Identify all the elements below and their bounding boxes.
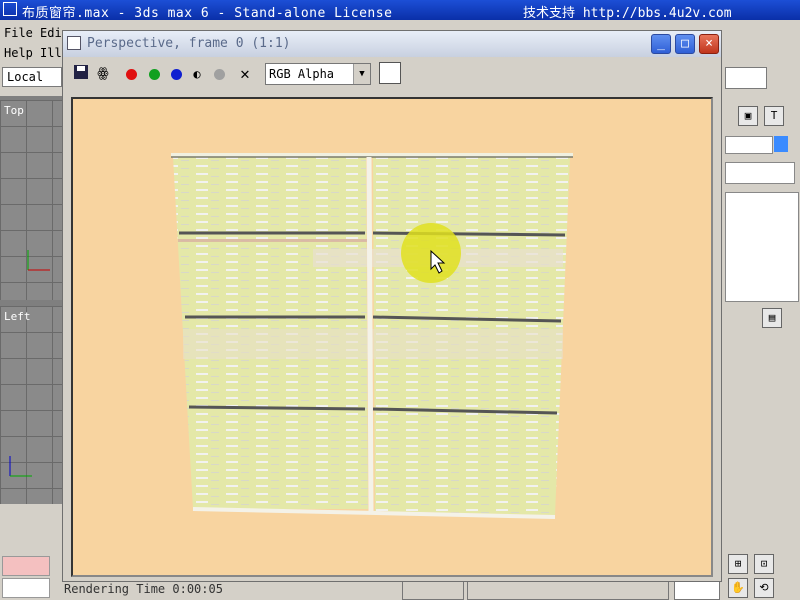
pan-icon[interactable]: ✋ xyxy=(728,578,748,598)
clear-icon[interactable]: ✕ xyxy=(235,64,255,84)
green-channel-button[interactable] xyxy=(149,69,160,80)
render-toolbar: ꙮ ◐ ✕ RGB Alpha ▼ xyxy=(63,57,721,93)
viewport-left-label: Left xyxy=(4,310,31,323)
render-icon[interactable]: ▣ xyxy=(738,106,758,126)
channel-select[interactable]: RGB Alpha ▼ xyxy=(265,63,371,85)
zoom-icon[interactable]: ⊞ xyxy=(728,554,748,574)
color-swatch[interactable] xyxy=(2,556,50,576)
window-icon xyxy=(67,36,81,50)
name-field[interactable] xyxy=(725,136,773,154)
menu-help[interactable]: Help xyxy=(4,46,33,60)
axis-tripod-icon xyxy=(27,250,50,271)
mono-icon[interactable]: ◐ xyxy=(187,64,207,84)
coord-system-select[interactable]: Local xyxy=(2,67,62,87)
menu-edit[interactable]: Edi xyxy=(40,26,62,40)
modifier-stack[interactable] xyxy=(725,192,799,302)
alpha-channel-button[interactable] xyxy=(214,69,225,80)
axis-tripod-icon xyxy=(9,456,32,477)
hammer-icon[interactable]: T xyxy=(764,106,784,126)
right-combo[interactable] xyxy=(725,67,767,89)
red-channel-button[interactable] xyxy=(126,69,137,80)
app-title: 布质窗帘.max - 3ds max 6 - Stand-alone Licen… xyxy=(22,6,393,21)
frame-spinner[interactable] xyxy=(674,580,720,600)
viewport-top[interactable]: Top xyxy=(0,100,62,300)
render-frame-window: Perspective, frame 0 (1:1) _ □ × ꙮ ◐ ✕ R… xyxy=(62,30,722,582)
render-window-title: Perspective, frame 0 (1:1) xyxy=(87,36,291,51)
center-rod xyxy=(366,156,374,512)
blue-channel-button[interactable] xyxy=(171,69,182,80)
app-titlebar: 布质窗帘.max - 3ds max 6 - Stand-alone Licen… xyxy=(0,0,800,21)
viewport-left[interactable]: Left xyxy=(0,306,62,506)
chevron-down-icon: ▼ xyxy=(353,64,370,84)
save-icon[interactable] xyxy=(71,64,91,84)
modifier-list[interactable] xyxy=(725,162,795,184)
maximize-button[interactable]: □ xyxy=(675,34,695,54)
app-icon xyxy=(3,2,17,16)
render-window-titlebar: Perspective, frame 0 (1:1) _ □ × xyxy=(63,31,721,57)
zoom-extents-icon[interactable]: ⊡ xyxy=(754,554,774,574)
rendering-time: Rendering Time 0:00:05 xyxy=(64,582,223,596)
channel-select-value: RGB Alpha xyxy=(269,67,335,81)
render-canvas xyxy=(71,97,713,577)
close-button[interactable]: × xyxy=(699,34,719,54)
configure-icon[interactable]: ▤ xyxy=(762,308,782,328)
object-color-swatch[interactable] xyxy=(774,136,788,152)
menu-file[interactable]: File xyxy=(4,26,33,40)
clone-icon[interactable]: ꙮ xyxy=(93,64,113,84)
key-filters-button[interactable] xyxy=(467,580,669,600)
orbit-icon[interactable]: ⟲ xyxy=(754,578,774,598)
frame-field[interactable] xyxy=(2,578,50,598)
support-text: 技术支持 http://bbs.4u2v.com xyxy=(523,6,732,21)
rendered-curtain-image xyxy=(171,153,573,519)
viewport-top-label: Top xyxy=(4,104,24,117)
set-key-button[interactable] xyxy=(402,580,464,600)
color-swatch-box[interactable] xyxy=(379,62,401,84)
minimize-button[interactable]: _ xyxy=(651,34,671,54)
menu-illumination[interactable]: Ill xyxy=(40,46,62,60)
